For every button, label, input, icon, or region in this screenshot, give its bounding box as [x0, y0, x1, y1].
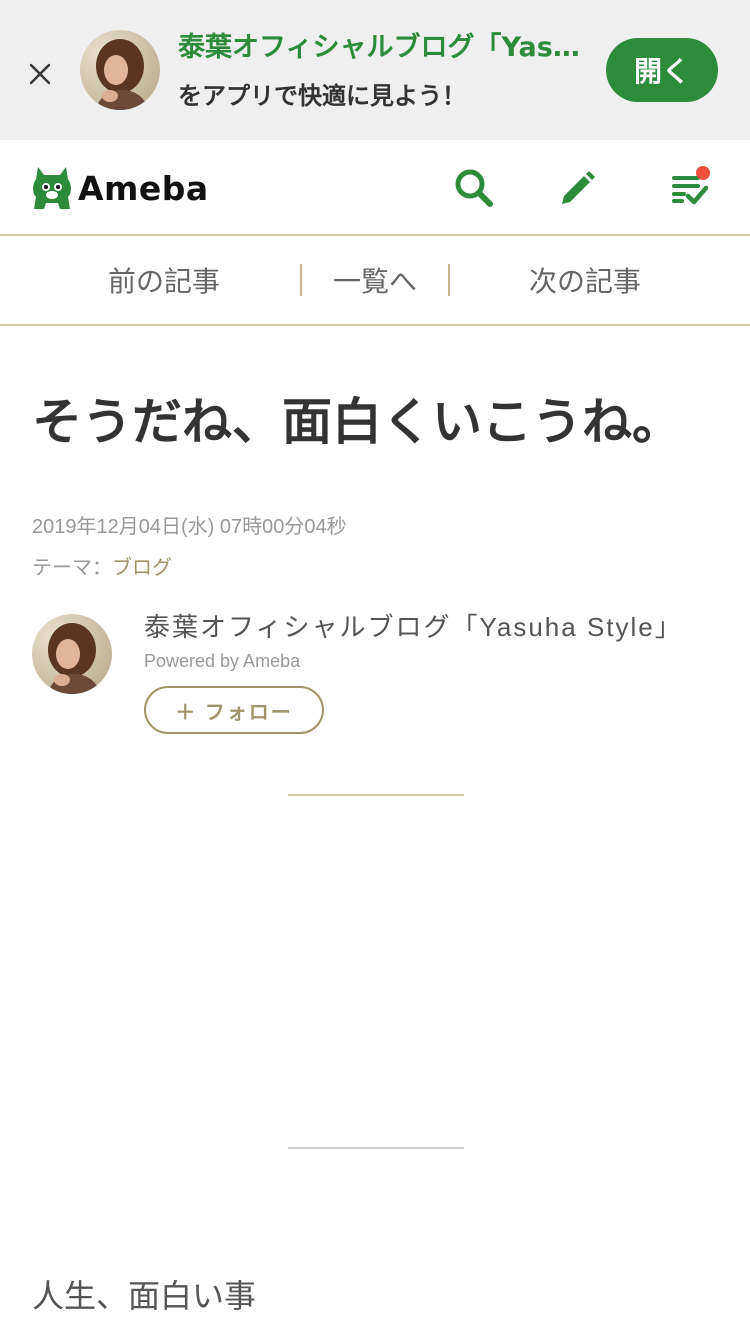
banner-close-icon[interactable]: [22, 56, 58, 92]
nav-divider: [448, 264, 450, 296]
article-list-link[interactable]: 一覧へ: [302, 236, 448, 324]
prev-article-link[interactable]: 前の記事: [40, 236, 288, 324]
ad-top-divider: [288, 794, 464, 796]
article-date: 2019年12月04日(水) 07時00分04秒: [32, 516, 347, 538]
reading-list-icon[interactable]: [666, 164, 714, 212]
open-app-button[interactable]: 開く: [606, 38, 718, 102]
article-title: そうだね、面白くいこうね。: [32, 393, 682, 451]
powered-by: Powered by Ameba: [144, 651, 301, 671]
search-icon[interactable]: [450, 164, 498, 212]
follow-button[interactable]: ＋ フォロー: [144, 686, 324, 734]
blog-name[interactable]: 泰葉オフィシャルブログ「Yasuha Style」: [144, 608, 683, 646]
app-install-banner: 泰葉オフィシャルブログ「Yasuha Style」 をアプリで快適に見よう！ 開…: [0, 0, 750, 140]
next-article-link[interactable]: 次の記事: [460, 236, 710, 324]
ad-bottom-divider: [288, 1147, 464, 1149]
logo-text: Ameba: [78, 168, 209, 208]
author-avatar[interactable]: [32, 614, 112, 694]
theme-link[interactable]: ブログ: [112, 555, 172, 579]
banner-subtitle: をアプリで快適に見よう！: [178, 82, 466, 110]
ameba-logo[interactable]: Ameba: [30, 160, 209, 216]
notification-dot: [696, 166, 710, 180]
site-header: Ameba: [0, 140, 750, 236]
article-nav: 前の記事 一覧へ 次の記事: [0, 236, 750, 326]
theme-row: テーマ：ブログ: [32, 552, 172, 582]
banner-avatar: [80, 30, 160, 110]
theme-prefix: テーマ：: [32, 555, 112, 579]
banner-title: 泰葉オフィシャルブログ「Yasuha Style」: [178, 32, 588, 63]
pencil-icon[interactable]: [554, 164, 602, 212]
ameba-mascot-icon: [33, 167, 71, 209]
article-body-text: 人生、面白い事: [32, 1277, 257, 1315]
